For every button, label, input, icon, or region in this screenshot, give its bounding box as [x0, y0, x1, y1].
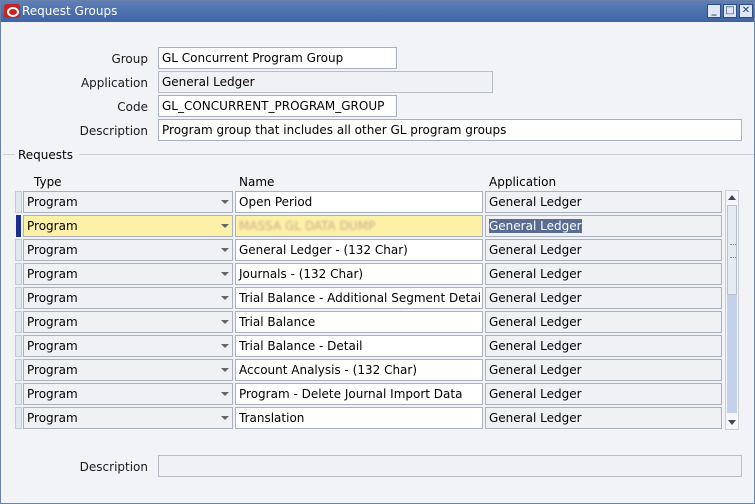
- application-cell[interactable]: General Ledger: [485, 287, 722, 309]
- code-label: Code: [117, 100, 148, 114]
- row-indicator[interactable]: [15, 239, 22, 261]
- application-cell[interactable]: General Ledger: [485, 335, 722, 357]
- name-cell[interactable]: Journals - (132 Char): [235, 263, 483, 285]
- type-value: Program: [27, 315, 78, 329]
- row-indicator[interactable]: [15, 263, 22, 285]
- name-cell[interactable]: Trial Balance - Detail: [235, 335, 483, 357]
- name-cell[interactable]: Open Period: [235, 191, 483, 213]
- row-indicator[interactable]: [15, 191, 22, 213]
- name-cell[interactable]: General Ledger - (132 Char): [235, 239, 483, 261]
- name-cell[interactable]: Translation: [235, 407, 483, 429]
- row-indicator[interactable]: [15, 407, 22, 429]
- type-cell[interactable]: Program: [23, 311, 233, 333]
- name-cell[interactable]: MASSA GL DATA DUMP: [235, 215, 483, 237]
- name-cell[interactable]: Trial Balance - Additional Segment Detai…: [235, 287, 483, 309]
- type-value: Program: [27, 387, 78, 401]
- name-cell[interactable]: Account Analysis - (132 Char): [235, 359, 483, 381]
- dropdown-arrow-icon[interactable]: [221, 320, 229, 324]
- footer-description-field[interactable]: [158, 455, 742, 477]
- type-cell[interactable]: Program: [23, 287, 233, 309]
- section-divider: [79, 154, 754, 155]
- section-divider-left: [3, 154, 15, 155]
- type-value: Program: [27, 291, 78, 305]
- application-column-header: Application: [489, 175, 557, 189]
- title-bar[interactable]: Request Groups _ □ ✕: [1, 1, 754, 22]
- type-value: Program: [27, 243, 78, 257]
- row-indicator[interactable]: [15, 287, 22, 309]
- type-cell[interactable]: Program: [23, 383, 233, 405]
- type-value: Program: [27, 411, 78, 425]
- dropdown-arrow-icon[interactable]: [221, 272, 229, 276]
- application-cell[interactable]: General Ledger: [485, 359, 722, 381]
- footer-description-label: Description: [79, 460, 148, 474]
- maximize-icon[interactable]: □: [723, 4, 737, 18]
- selected-application-value: General Ledger: [489, 219, 582, 233]
- type-value: Program: [27, 339, 78, 353]
- application-field[interactable]: General Ledger: [158, 71, 493, 93]
- dropdown-arrow-icon[interactable]: [221, 224, 229, 228]
- application-cell[interactable]: General Ledger: [485, 215, 722, 237]
- type-value: Program: [27, 363, 78, 377]
- dropdown-arrow-icon[interactable]: [221, 416, 229, 420]
- scroll-down-icon[interactable]: [728, 420, 736, 425]
- description-field[interactable]: Program group that includes all other GL…: [158, 119, 742, 141]
- name-column-header: Name: [239, 175, 275, 189]
- redacted-name-value: MASSA GL DATA DUMP: [239, 219, 376, 233]
- type-value: Program: [27, 219, 78, 233]
- application-cell[interactable]: General Ledger: [485, 407, 722, 429]
- group-label: Group: [111, 52, 148, 66]
- name-cell[interactable]: Program - Delete Journal Import Data: [235, 383, 483, 405]
- name-cell[interactable]: Trial Balance: [235, 311, 483, 333]
- row-indicator[interactable]: [15, 383, 22, 405]
- dropdown-arrow-icon[interactable]: [221, 248, 229, 252]
- scroll-up-icon[interactable]: [728, 195, 736, 200]
- scrollbar-track[interactable]: [727, 295, 737, 413]
- request-groups-window: Request Groups _ □ ✕ Group GL Concurrent…: [0, 0, 755, 504]
- grip-icon: [730, 244, 736, 258]
- group-field[interactable]: GL Concurrent Program Group: [158, 47, 397, 69]
- dropdown-arrow-icon[interactable]: [221, 200, 229, 204]
- application-cell[interactable]: General Ledger: [485, 263, 722, 285]
- type-column-header: Type: [34, 175, 62, 189]
- type-cell[interactable]: Program: [23, 335, 233, 357]
- vertical-scrollbar[interactable]: [725, 190, 739, 430]
- row-indicator[interactable]: [15, 359, 22, 381]
- dropdown-arrow-icon[interactable]: [221, 344, 229, 348]
- dropdown-arrow-icon[interactable]: [221, 368, 229, 372]
- code-field[interactable]: GL_CONCURRENT_PROGRAM_GROUP: [158, 95, 397, 117]
- application-cell[interactable]: General Ledger: [485, 239, 722, 261]
- requests-section-label: Requests: [18, 148, 73, 162]
- type-cell[interactable]: Program: [23, 191, 233, 213]
- type-cell[interactable]: Program: [23, 407, 233, 429]
- oracle-icon: [4, 4, 20, 18]
- type-cell[interactable]: Program: [23, 359, 233, 381]
- close-icon[interactable]: ✕: [739, 4, 753, 18]
- window-title: Request Groups: [22, 4, 118, 18]
- application-cell[interactable]: General Ledger: [485, 311, 722, 333]
- scrollbar-thumb[interactable]: [727, 205, 737, 295]
- type-cell[interactable]: Program: [23, 263, 233, 285]
- dropdown-arrow-icon[interactable]: [221, 392, 229, 396]
- application-cell[interactable]: General Ledger: [485, 383, 722, 405]
- type-value: Program: [27, 195, 78, 209]
- type-value: Program: [27, 267, 78, 281]
- minimize-icon[interactable]: _: [707, 4, 721, 18]
- row-indicator[interactable]: [15, 311, 22, 333]
- row-indicator[interactable]: [15, 335, 22, 357]
- type-cell[interactable]: Program: [23, 215, 233, 237]
- current-row-indicator[interactable]: [16, 215, 21, 237]
- description-label: Description: [79, 124, 148, 138]
- application-cell[interactable]: General Ledger: [485, 191, 722, 213]
- dropdown-arrow-icon[interactable]: [221, 296, 229, 300]
- type-cell[interactable]: Program: [23, 239, 233, 261]
- application-label: Application: [80, 76, 148, 90]
